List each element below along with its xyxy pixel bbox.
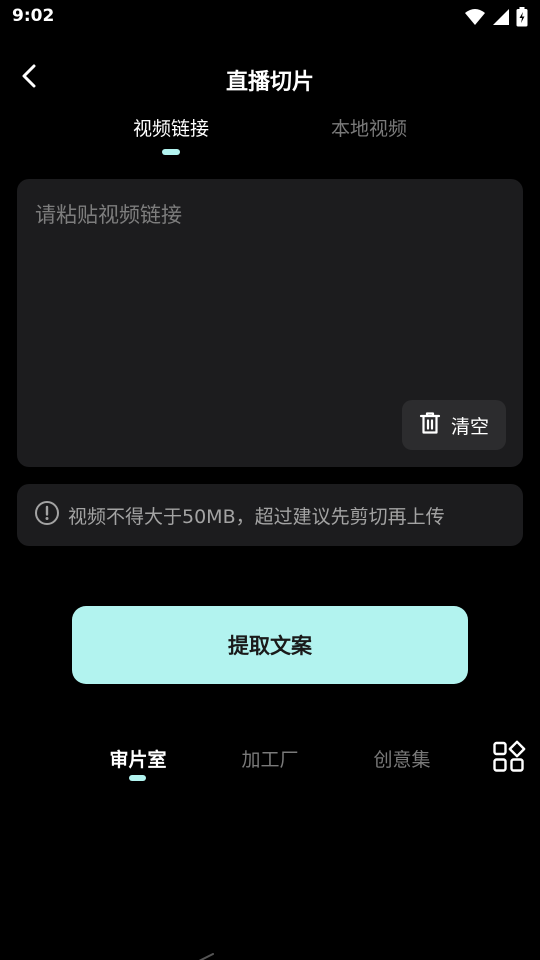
video-link-input[interactable] — [17, 179, 523, 389]
page-title: 直播切片 — [225, 70, 314, 95]
clear-button-label: 清空 — [450, 415, 489, 438]
grid-apps-icon — [492, 740, 526, 778]
more-apps-button[interactable] — [492, 740, 528, 776]
tab-video-link[interactable]: 视频链接 — [101, 114, 241, 155]
screen: 9:02 直播切片 视频链接 本地视频 请粘贴视频链接 清空 视频不得大于50M… — [0, 0, 540, 960]
extract-text-button[interactable]: 提取文案 — [72, 606, 468, 684]
status-icons — [464, 7, 528, 27]
trash-icon — [419, 411, 441, 439]
wifi-icon — [464, 8, 486, 26]
tab-review-room[interactable]: 审片室 — [88, 745, 188, 772]
tab-label: 本地视频 — [330, 118, 407, 140]
tab-label: 审片室 — [109, 749, 167, 771]
header: 直播切片 — [0, 56, 540, 100]
tab-label: 视频链接 — [132, 118, 209, 140]
notice-text: 视频不得大于50MB，超过建议先剪切再上传 — [68, 505, 445, 528]
tab-label: 创意集 — [373, 749, 431, 771]
signal-icon — [492, 8, 510, 26]
info-icon — [34, 500, 60, 530]
tab-creative-collection[interactable]: 创意集 — [352, 745, 452, 772]
tab-factory[interactable]: 加工厂 — [220, 745, 320, 772]
status-time: 9:02 — [12, 6, 55, 26]
tab-local-video[interactable]: 本地视频 — [299, 114, 439, 141]
link-input-card: 清空 — [17, 179, 523, 467]
top-tabs: 视频链接 本地视频 — [0, 114, 540, 158]
bottom-tab-active-indicator — [129, 775, 146, 781]
tab-label: 加工厂 — [241, 749, 299, 771]
bottom-tabs: 审片室 加工厂 创意集 — [0, 740, 540, 790]
gesture-hint — [196, 948, 214, 960]
status-bar: 9:02 — [0, 0, 540, 34]
size-limit-notice: 视频不得大于50MB，超过建议先剪切再上传 — [17, 484, 523, 546]
clear-button[interactable]: 清空 — [402, 400, 506, 450]
extract-button-label: 提取文案 — [228, 635, 312, 658]
battery-icon — [516, 7, 528, 27]
tab-active-indicator — [162, 149, 180, 155]
